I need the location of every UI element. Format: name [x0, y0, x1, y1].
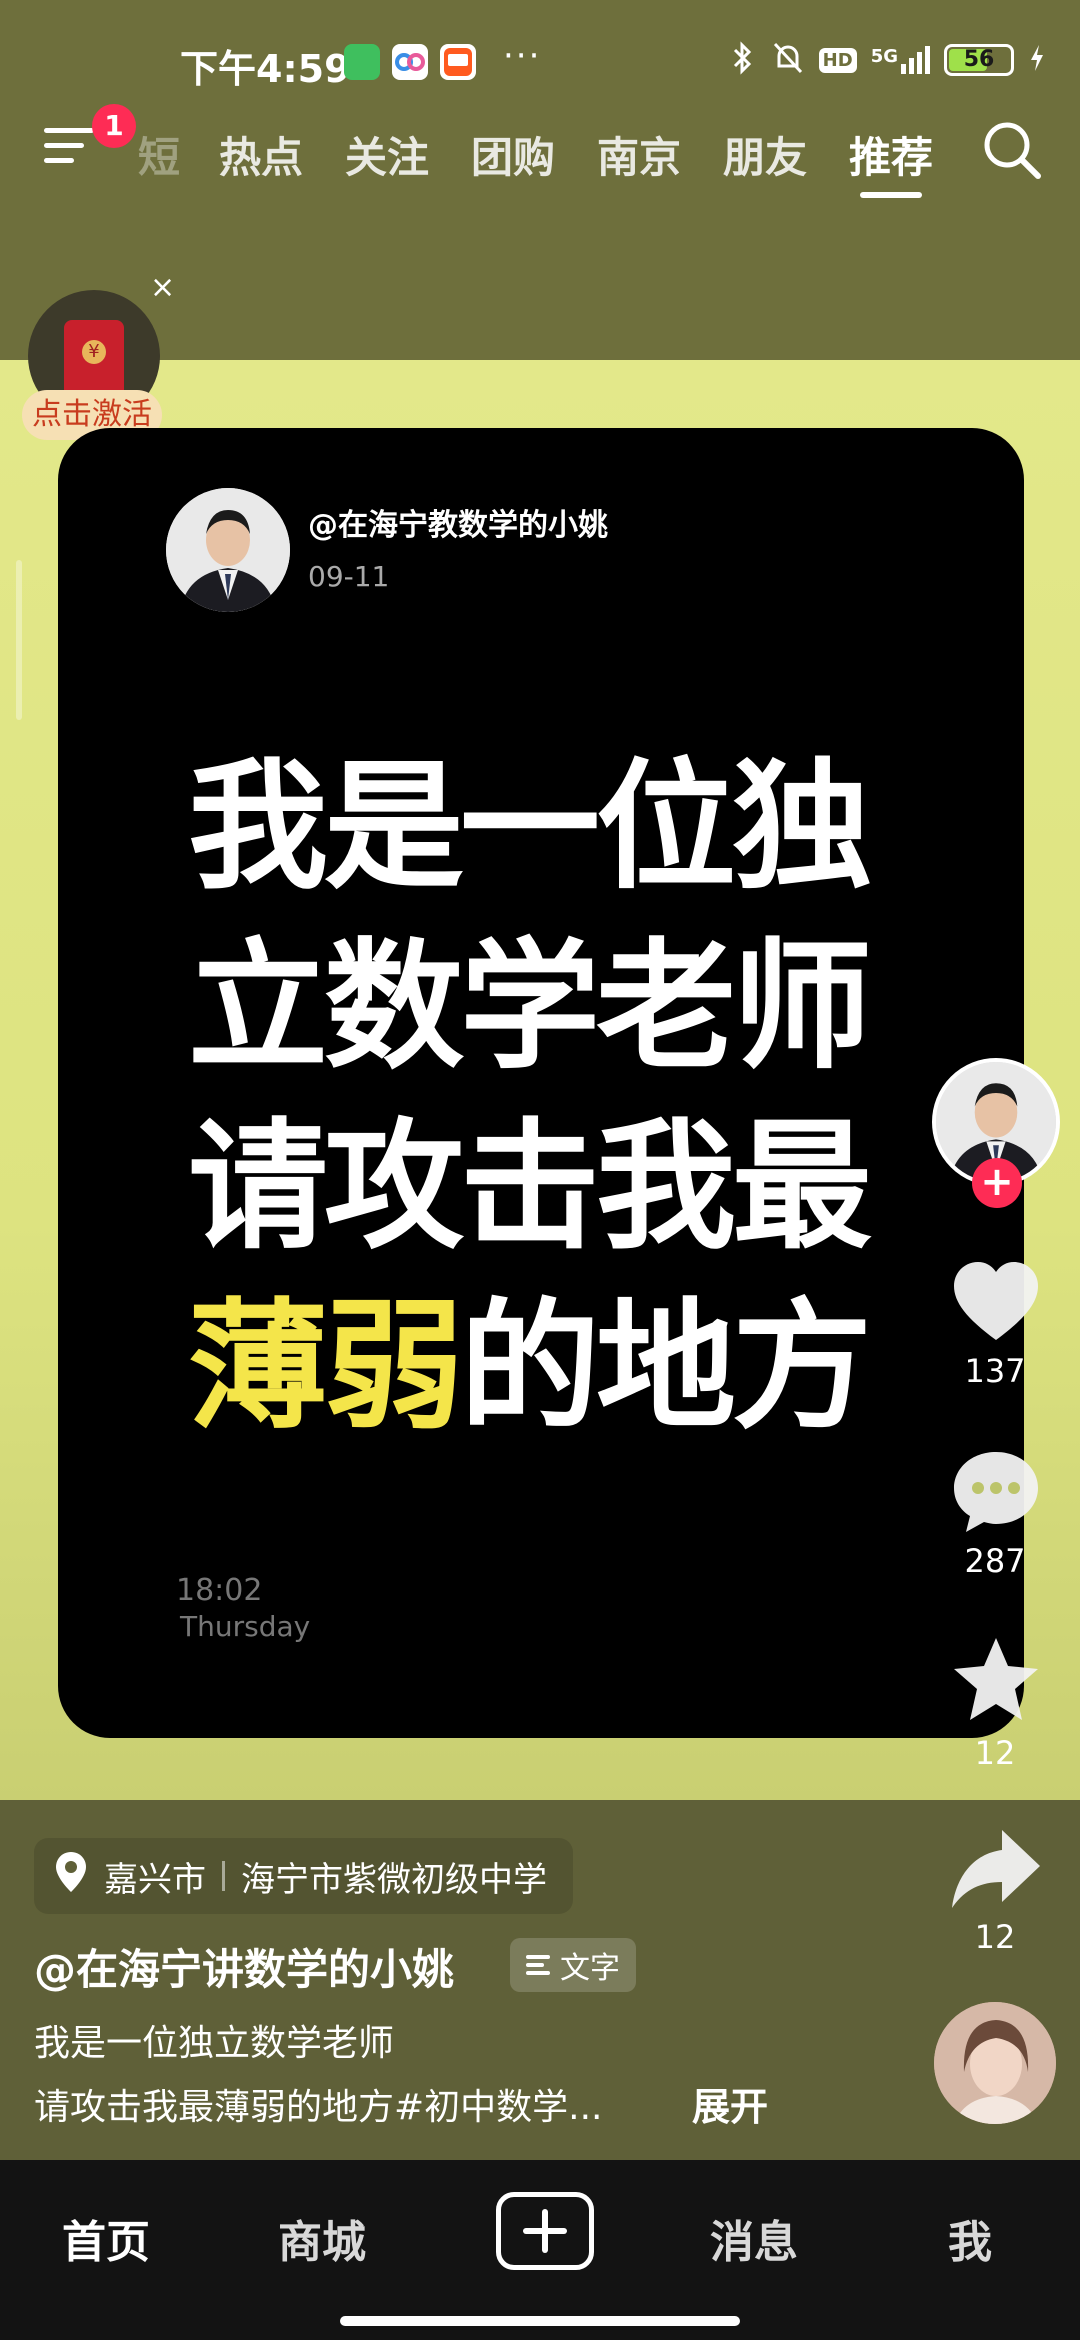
mute-bell-icon	[771, 40, 805, 80]
like-count: 137	[964, 1352, 1026, 1390]
tab-partial[interactable]: 短	[138, 124, 198, 185]
expand-description-button[interactable]: 展开	[692, 2076, 768, 2131]
card-author-name: @在海宁教数学的小姚	[308, 508, 608, 543]
tab-home[interactable]: 首页	[36, 2206, 176, 2270]
charging-icon	[1028, 43, 1046, 77]
close-icon[interactable]: ×	[150, 270, 175, 305]
battery-level: 56	[963, 47, 995, 72]
location-pin-icon	[54, 1850, 88, 1903]
like-heart-icon[interactable]	[948, 1254, 1044, 1350]
tab-group-buy[interactable]: 团购	[450, 124, 576, 185]
comment-count: 287	[964, 1542, 1026, 1580]
favorite-count: 12	[974, 1734, 1016, 1772]
tab-mall[interactable]: 商城	[252, 2206, 392, 2270]
tab-recommended[interactable]: 推荐	[828, 124, 954, 198]
text-type-label: 文字	[560, 1951, 620, 1986]
comment-icon[interactable]	[948, 1442, 1044, 1538]
app-notification-icon	[344, 44, 380, 80]
menu-notification-badge: 1	[92, 104, 136, 148]
location-place: 海宁市紫微初级中学	[241, 1859, 547, 1900]
app-screen: 下午4:59 ··· HD 5G 56 1 短 热点 关注 团购 南京 朋友 推…	[0, 0, 1080, 2340]
text-type-tag[interactable]: 文字	[510, 1938, 636, 1992]
home-indicator[interactable]	[340, 2316, 740, 2326]
menu-icon[interactable]	[44, 128, 94, 168]
headline-line-1: 我是一位独	[188, 746, 872, 909]
network-type-label: 5G	[870, 46, 898, 67]
card-day: Thursday	[180, 1610, 311, 1643]
tab-me[interactable]: 我	[900, 2206, 1040, 2270]
headline-line-4: 薄弱的地方	[188, 1278, 948, 1458]
search-icon[interactable]	[980, 118, 1044, 182]
tab-hot[interactable]: 热点	[198, 124, 324, 185]
card-author-avatar	[166, 488, 290, 612]
tab-following[interactable]: 关注	[324, 124, 450, 185]
scroll-indicator	[16, 560, 22, 720]
post-description-line-1: 我是一位独立数学老师	[34, 2023, 395, 2064]
card-date: 09-11	[308, 560, 390, 593]
favorite-star-icon[interactable]	[948, 1632, 1044, 1728]
headline-highlight: 薄弱	[188, 1286, 464, 1449]
share-arrow-icon[interactable]	[948, 1820, 1044, 1916]
status-indicators: HD 5G 56	[729, 40, 1046, 80]
post-headline: 我是一位独 立数学老师 请攻击我最 薄弱的地方	[188, 738, 948, 1458]
tab-friends[interactable]: 朋友	[702, 124, 828, 185]
music-disc-avatar[interactable]	[934, 2002, 1056, 2124]
post-text-card[interactable]: @在海宁教数学的小姚 09-11 我是一位独 立数学老师 请攻击我最 薄弱的地方…	[58, 428, 1024, 1738]
text-lines-icon	[526, 1951, 550, 1979]
headline-line-4-rest: 的地方	[460, 1286, 872, 1449]
share-count: 12	[974, 1918, 1016, 1956]
hd-icon: HD	[818, 47, 857, 73]
create-plus-button[interactable]	[496, 2192, 594, 2270]
headline-line-3: 请攻击我最	[188, 1106, 872, 1269]
signal-icon: 5G	[871, 46, 930, 74]
status-time: 下午4:59	[180, 47, 351, 91]
post-author-name[interactable]: @在海宁讲数学的小姚	[34, 1936, 454, 1997]
status-more-dots: ···	[503, 36, 542, 76]
location-city: 嘉兴市	[104, 1859, 206, 1900]
card-time: 18:02	[176, 1573, 263, 1608]
cloud-app-icon	[392, 44, 428, 80]
location-pill[interactable]: 嘉兴市 海宁市紫微初级中学	[34, 1838, 573, 1914]
post-description-line-2: 请攻击我最薄弱的地方#初中数学...	[34, 2087, 603, 2128]
bluetooth-icon	[729, 40, 757, 80]
battery-icon: 56	[944, 44, 1014, 76]
top-tab-bar: 短 热点 关注 团购 南京 朋友 推荐	[138, 124, 954, 198]
headline-line-2: 立数学老师	[188, 926, 872, 1089]
tab-messages[interactable]: 消息	[684, 2206, 824, 2270]
tab-nanjing[interactable]: 南京	[576, 124, 702, 185]
red-envelope-icon	[64, 320, 124, 398]
location-separator	[222, 1861, 225, 1891]
app-58-icon	[440, 44, 476, 80]
follow-button[interactable]: +	[972, 1158, 1022, 1208]
